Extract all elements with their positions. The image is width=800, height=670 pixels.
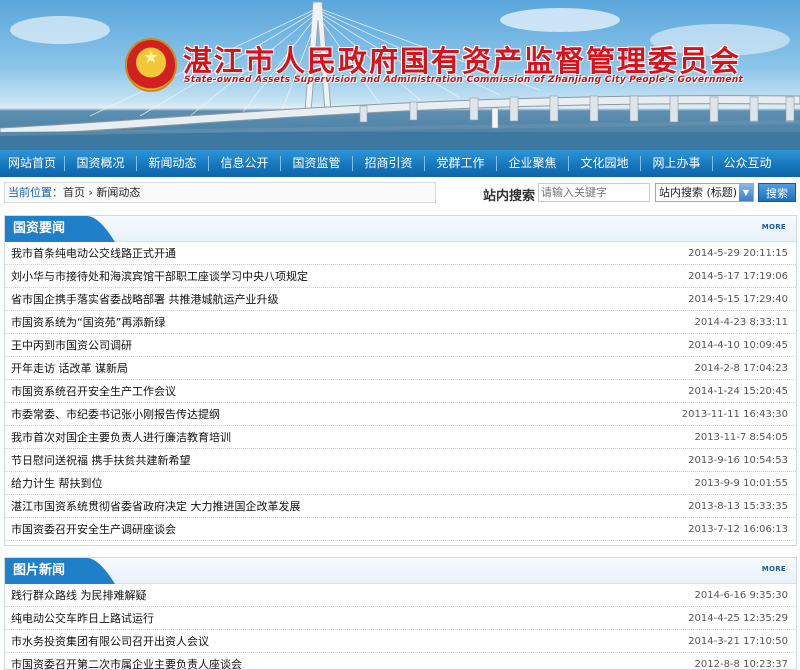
nav-item-news[interactable]: 新闻动态	[137, 150, 208, 177]
site-title: 湛江市人民政府国有资产监督管理委员会	[183, 44, 742, 78]
news-title-link[interactable]: 我市首次对国企主要负责人进行廉洁教育培训	[11, 431, 231, 444]
list-item: 节日慰问送祝福 携手扶贫共建新希望 2013-9-16 10:54:53	[5, 449, 796, 472]
news-date: 2014-5-17 17:19:06	[688, 271, 788, 282]
news-title-link[interactable]: 给力计生 帮扶到位	[11, 477, 103, 490]
breadcrumb: 当前位置：首页 › 新闻动态	[4, 182, 436, 203]
site-banner: ★ 湛江市人民政府国有资产监督管理委员会 State-owned Assets …	[0, 0, 800, 150]
chevron-down-icon[interactable]: ▼	[739, 184, 753, 201]
news-date: 2013-7-12 16:06:13	[688, 524, 788, 535]
nav-item-supervision[interactable]: 国资监管	[281, 150, 352, 177]
news-date: 2013-11-11 16:43:30	[681, 409, 788, 420]
search-scope-value: 站内搜索 (标题)	[659, 186, 738, 199]
nav-item-culture[interactable]: 文化园地	[569, 150, 640, 177]
breadcrumb-separator: ›	[88, 186, 93, 199]
news-date: 2014-2-8 17:04:23	[694, 363, 788, 374]
list-item: 市国资委召开安全生产调研座谈会 2013-7-12 16:06:13	[5, 518, 796, 541]
star-icon: ★	[142, 47, 160, 68]
list-item: 刘小华与市接待处和海滨宾馆干部职工座谈学习中央八项规定 2014-5-17 17:…	[5, 265, 796, 288]
photo-panel-title: 图片新闻	[13, 563, 66, 578]
nav-item-investment[interactable]: 招商引资	[353, 150, 424, 177]
news-title-link[interactable]: 市国资系统为“国资苑”再添新绿	[11, 316, 165, 329]
news-panel-header: 国资要闻 MORE	[5, 216, 796, 242]
news-title-link[interactable]: 市水务投资集团有限公司召开出资人会议	[11, 635, 209, 648]
list-item: 开年走访 话改革 谋新局 2014-2-8 17:04:23	[5, 357, 796, 380]
news-date: 2014-4-10 10:09:45	[688, 340, 788, 351]
news-date: 2013-9-9 10:01:55	[694, 478, 788, 489]
news-panel-title: 国资要闻	[13, 221, 66, 236]
list-item: 践行群众路线 为民排难解疑 2014-6-16 9:35:30	[5, 584, 796, 607]
site-subtitle: State-owned Assets Supervision and Admin…	[184, 75, 744, 85]
news-title-link[interactable]: 节日慰问送祝福 携手扶贫共建新希望	[11, 454, 191, 467]
search-input-wrap	[538, 183, 650, 202]
list-item: 市国资系统为“国资苑”再添新绿 2014-4-23 8:33:11	[5, 311, 796, 334]
photo-more-link[interactable]: MORE	[762, 565, 786, 573]
news-date: 2013-11-7 8:54:05	[694, 432, 788, 443]
news-title-link[interactable]: 刘小华与市接待处和海滨宾馆干部职工座谈学习中央八项规定	[11, 270, 308, 283]
search-button[interactable]: 搜索	[758, 183, 796, 202]
news-date: 2014-6-16 9:35:30	[694, 590, 788, 601]
list-item: 省市国企携手落实省委战略部署 共推港城航运产业升级 2014-5-15 17:29…	[5, 288, 796, 311]
photo-news-list: 践行群众路线 为民排难解疑 2014-6-16 9:35:30 纯电动公交车昨日上路…	[5, 584, 796, 670]
photo-panel-header: 图片新闻 MORE	[5, 558, 796, 584]
list-item: 湛江市国资系统贯彻省委省政府决定 大力推进国企改革发展 2013-8-13 15:…	[5, 495, 796, 518]
nav-item-online-service[interactable]: 网上办事	[641, 150, 712, 177]
news-date: 2012-8-8 10:23:37	[694, 659, 788, 670]
news-date: 2014-4-23 8:33:11	[694, 317, 788, 328]
breadcrumb-home-link[interactable]: 首页	[63, 186, 85, 199]
nav-item-interaction[interactable]: 公众互动	[713, 150, 782, 177]
search-input[interactable]	[538, 183, 650, 202]
news-list: 我市首条纯电动公交线路正式开通 2014-5-29 20:11:15 刘小华与市接待…	[5, 242, 796, 541]
news-title-link[interactable]: 市国资委召开第二次市属企业主要负责人座谈会	[11, 658, 242, 670]
list-item: 市委常委、市纪委书记张小刚报告传达提纲 2013-11-11 16:43:30	[5, 403, 796, 426]
nav-item-disclosure[interactable]: 信息公开	[209, 150, 280, 177]
news-panel: 国资要闻 MORE 我市首条纯电动公交线路正式开通 2014-5-29 20:11…	[4, 215, 797, 546]
list-item: 王中丙到市国资公司调研 2014-4-10 10:09:45	[5, 334, 796, 357]
news-title-link[interactable]: 王中丙到市国资公司调研	[11, 339, 132, 352]
news-date: 2014-4-25 12:35:29	[688, 613, 788, 624]
news-title-link[interactable]: 践行群众路线 为民排难解疑	[11, 589, 147, 602]
news-date: 2014-5-29 20:11:15	[688, 248, 788, 259]
news-date: 2013-9-16 10:54:53	[688, 455, 788, 466]
list-item: 市国资系统召开安全生产工作会议 2014-1-24 15:20:45	[5, 380, 796, 403]
news-title-link[interactable]: 市国资委召开安全生产调研座谈会	[11, 523, 176, 536]
list-item: 市国资委召开第二次市属企业主要负责人座谈会 2012-8-8 10:23:37	[5, 653, 796, 670]
list-item: 给力计生 帮扶到位 2013-9-9 10:01:55	[5, 472, 796, 495]
national-emblem-icon: ★	[125, 38, 177, 92]
news-date: 2014-3-21 17:10:50	[688, 636, 788, 647]
breadcrumb-current: 新闻动态	[96, 186, 141, 199]
nav-item-enterprise[interactable]: 企业聚焦	[497, 150, 568, 177]
news-title-link[interactable]: 湛江市国资系统贯彻省委省政府决定 大力推进国企改革发展	[11, 500, 301, 513]
news-title-link[interactable]: 开年走访 话改革 谋新局	[11, 362, 128, 375]
nav-item-home[interactable]: 网站首页	[0, 150, 64, 177]
main-nav: 网站首页 国资概况 新闻动态 信息公开 国资监管 招商引资 党群工作 企业聚焦 …	[0, 150, 800, 177]
panel-tab: 国资要闻	[5, 216, 115, 242]
search-label: 站内搜索	[483, 189, 536, 204]
nav-item-overview[interactable]: 国资概况	[65, 150, 136, 177]
panel-tab: 图片新闻	[5, 558, 115, 584]
news-more-link[interactable]: MORE	[762, 223, 786, 231]
news-date: 2014-5-15 17:29:40	[688, 294, 788, 305]
list-item: 我市首次对国企主要负责人进行廉洁教育培训 2013-11-7 8:54:05	[5, 426, 796, 449]
news-title-link[interactable]: 纯电动公交车昨日上路试运行	[11, 612, 154, 625]
news-title-link[interactable]: 省市国企携手落实省委战略部署 共推港城航运产业升级	[11, 293, 279, 306]
photo-news-panel: 图片新闻 MORE 践行群众路线 为民排难解疑 2014-6-16 9:35:30…	[4, 557, 797, 670]
news-date: 2014-1-24 15:20:45	[688, 386, 788, 397]
news-title-link[interactable]: 市国资系统召开安全生产工作会议	[11, 385, 176, 398]
list-item: 纯电动公交车昨日上路试运行 2014-4-25 12:35:29	[5, 607, 796, 630]
breadcrumb-label: 当前位置：	[8, 186, 63, 199]
news-title-link[interactable]: 我市首条纯电动公交线路正式开通	[11, 247, 176, 260]
search-scope-select[interactable]: 站内搜索 (标题) ▼	[655, 183, 754, 202]
news-title-link[interactable]: 市委常委、市纪委书记张小刚报告传达提纲	[11, 408, 220, 421]
list-item: 我市首条纯电动公交线路正式开通 2014-5-29 20:11:15	[5, 242, 796, 265]
news-date: 2013-8-13 15:33:35	[688, 501, 788, 512]
list-item: 市水务投资集团有限公司召开出资人会议 2014-3-21 17:10:50	[5, 630, 796, 653]
nav-item-party[interactable]: 党群工作	[425, 150, 496, 177]
